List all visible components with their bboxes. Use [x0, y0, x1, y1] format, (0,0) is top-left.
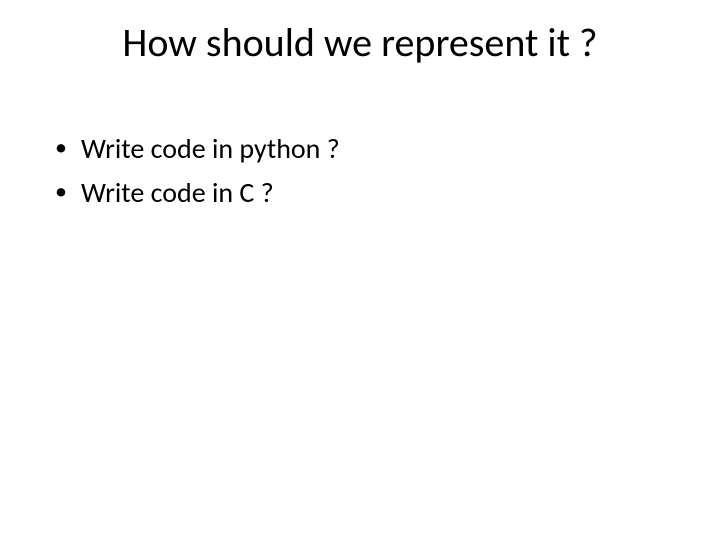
slide: How should we represent it ? Write code … — [0, 0, 720, 540]
slide-title: How should we represent it ? — [0, 18, 720, 67]
slide-body: Write code in python ? Write code in C ? — [55, 130, 680, 218]
bullet-list: Write code in python ? Write code in C ? — [55, 130, 680, 212]
list-item: Write code in python ? — [55, 130, 680, 168]
list-item: Write code in C ? — [55, 174, 680, 212]
